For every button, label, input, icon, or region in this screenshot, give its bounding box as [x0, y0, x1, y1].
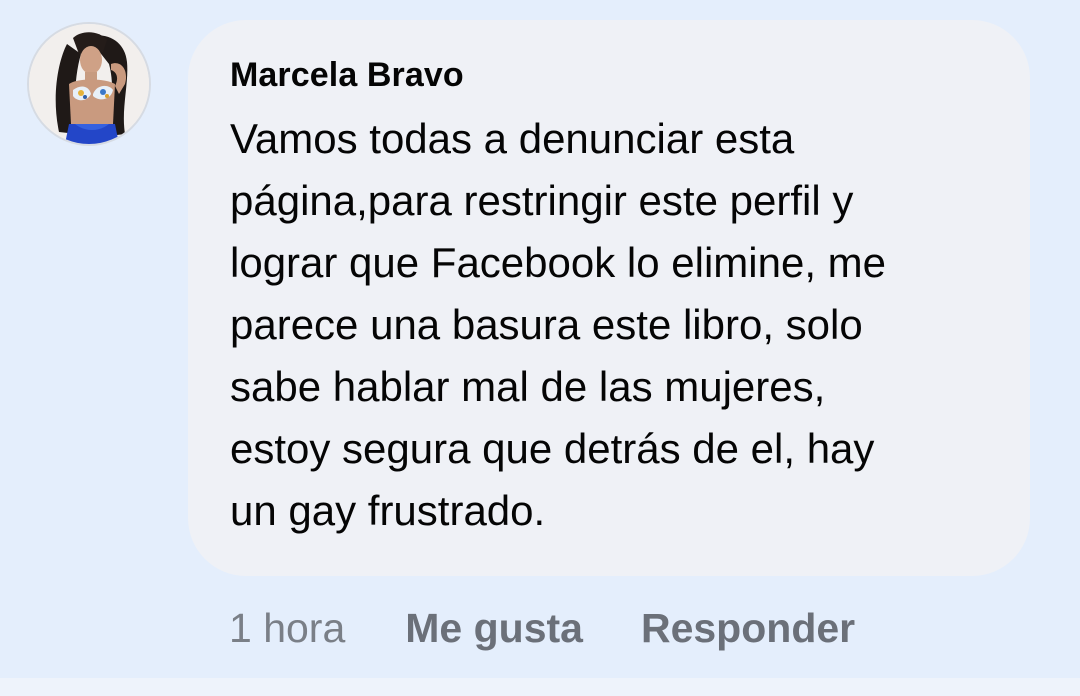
bottom-divider	[0, 678, 1080, 696]
avatar[interactable]	[27, 22, 151, 146]
profile-photo	[29, 24, 149, 144]
comment-author[interactable]: Marcela Bravo	[230, 56, 464, 95]
like-button[interactable]: Me gusta	[405, 605, 583, 652]
comment-text: Vamos todas a denunciar esta página,para…	[230, 115, 887, 534]
comment-actions: 1 hora Me gusta Responder	[229, 600, 855, 656]
reply-button[interactable]: Responder	[641, 605, 855, 652]
comment-bubble: Marcela Bravo Vamos todas a denunciar es…	[188, 20, 1030, 576]
comment-timestamp[interactable]: 1 hora	[229, 605, 345, 652]
